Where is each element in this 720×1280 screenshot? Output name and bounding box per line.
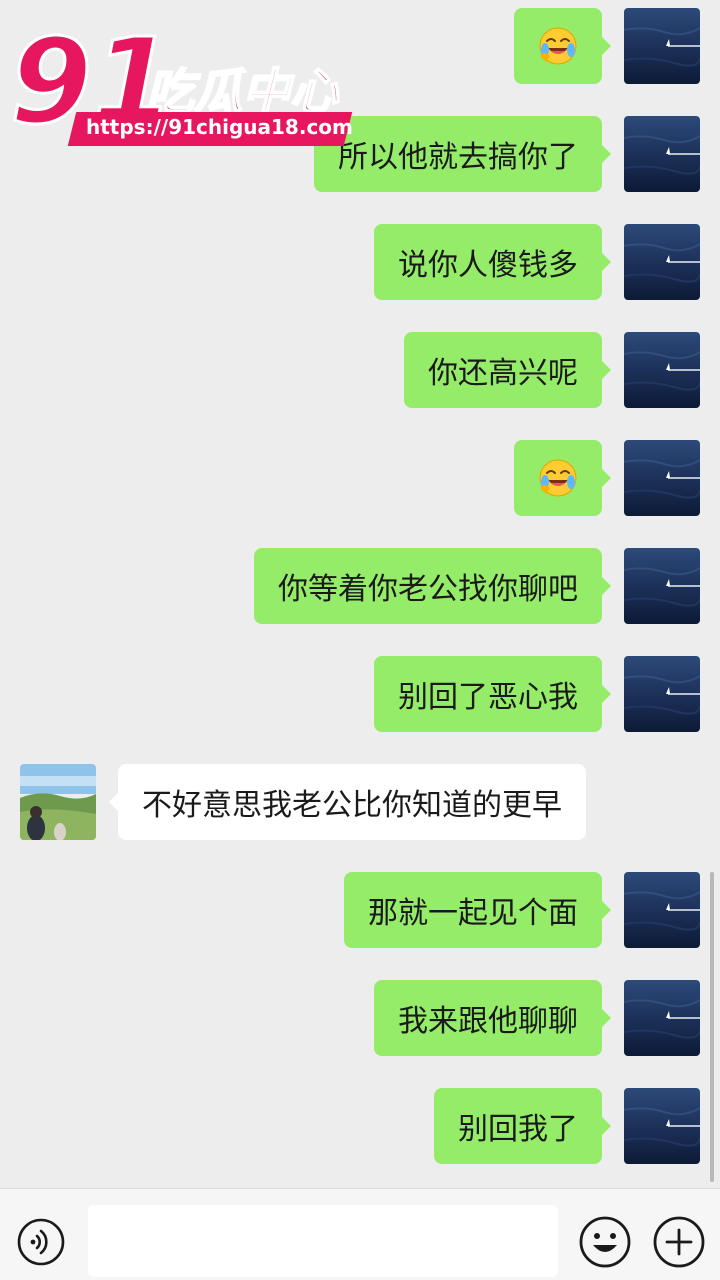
chat-screen: 91 吃瓜中心 https://91chigua18.com 所以他就去搞你了说… xyxy=(0,0,720,1280)
text-message-bubble[interactable]: 不好意思我老公比你知道的更早 xyxy=(109,764,586,840)
my-avatar[interactable] xyxy=(624,8,700,84)
message-row: 那就一起见个面 xyxy=(0,872,720,948)
my-avatar[interactable] xyxy=(624,980,700,1056)
emoji-message-bubble[interactable] xyxy=(514,8,611,84)
message-row xyxy=(0,440,720,516)
message-row: 你还高兴呢 xyxy=(0,332,720,408)
emoji-icon[interactable] xyxy=(578,1215,632,1269)
message-row: 别回我了 xyxy=(0,1088,720,1164)
message-text: 你还高兴呢 xyxy=(428,356,578,391)
my-avatar[interactable] xyxy=(624,1088,700,1164)
text-message-bubble[interactable]: 你等着你老公找你聊吧 xyxy=(254,548,611,624)
my-avatar[interactable] xyxy=(624,116,700,192)
message-text: 不好意思我老公比你知道的更早 xyxy=(142,788,562,823)
message-row: 别回了恶心我 xyxy=(0,656,720,732)
my-avatar[interactable] xyxy=(624,656,700,732)
laughing-crying-face-icon xyxy=(538,26,578,66)
message-row: 不好意思我老公比你知道的更早 xyxy=(0,764,720,840)
message-row: 你等着你老公找你聊吧 xyxy=(0,548,720,624)
text-message-bubble[interactable]: 我来跟他聊聊 xyxy=(374,980,611,1056)
voice-icon[interactable] xyxy=(16,1217,66,1267)
message-text: 说你人傻钱多 xyxy=(398,248,578,283)
laughing-crying-face-icon xyxy=(538,458,578,498)
my-avatar[interactable] xyxy=(624,224,700,300)
text-message-bubble[interactable]: 那就一起见个面 xyxy=(344,872,611,948)
contact-avatar[interactable] xyxy=(20,764,96,840)
message-text: 我来跟他聊聊 xyxy=(398,1004,578,1039)
plus-icon[interactable] xyxy=(652,1215,706,1269)
my-avatar[interactable] xyxy=(624,332,700,408)
message-row: 我来跟他聊聊 xyxy=(0,980,720,1056)
message-row: 说你人傻钱多 xyxy=(0,224,720,300)
message-text: 所以他就去搞你了 xyxy=(338,140,578,175)
text-message-bubble[interactable]: 别回我了 xyxy=(434,1088,611,1164)
text-message-bubble[interactable]: 说你人傻钱多 xyxy=(374,224,611,300)
message-text: 那就一起见个面 xyxy=(368,896,578,931)
emoji-message-bubble[interactable] xyxy=(514,440,611,516)
my-avatar[interactable] xyxy=(624,440,700,516)
message-text: 别回我了 xyxy=(458,1112,578,1147)
scrollbar[interactable] xyxy=(710,872,714,1182)
message-text: 你等着你老公找你聊吧 xyxy=(278,572,578,607)
text-message-bubble[interactable]: 别回了恶心我 xyxy=(374,656,611,732)
message-input[interactable] xyxy=(88,1205,558,1277)
my-avatar[interactable] xyxy=(624,548,700,624)
text-message-bubble[interactable]: 你还高兴呢 xyxy=(404,332,611,408)
watermark-url: https://91chigua18.com xyxy=(86,115,353,139)
input-bar xyxy=(0,1188,720,1280)
message-text: 别回了恶心我 xyxy=(398,680,578,715)
my-avatar[interactable] xyxy=(624,872,700,948)
